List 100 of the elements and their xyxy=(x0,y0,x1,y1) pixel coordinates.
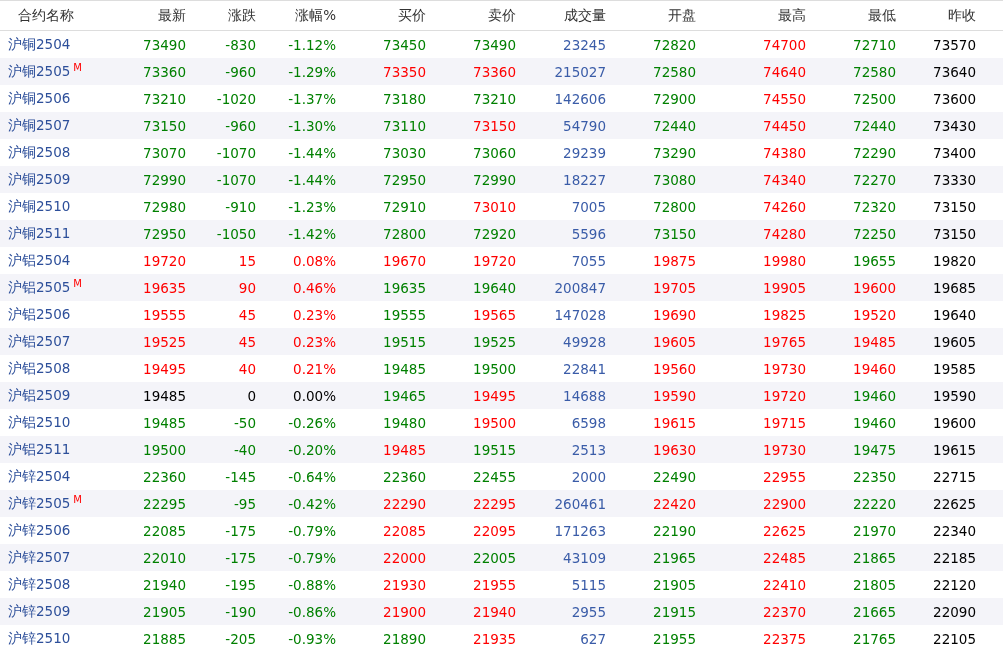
column-header[interactable]: 涨跌 xyxy=(190,6,260,25)
table-cell-text: 19605 xyxy=(932,333,977,350)
table-cell-text: 40 xyxy=(237,360,257,377)
table-cell-text: 72710 xyxy=(852,36,897,53)
table-cell-text: 73640 xyxy=(932,63,977,80)
contract-link[interactable]: 沪铝2511 xyxy=(8,440,71,459)
table-cell-text: 260461 xyxy=(553,495,607,512)
table-cell-text: 22955 xyxy=(762,468,807,485)
contract-link[interactable]: 沪锌2510 xyxy=(8,629,71,648)
table-cell-text: 19690 xyxy=(652,306,697,323)
table-cell-text: 2000 xyxy=(570,468,607,485)
contract-link[interactable]: 沪铝2506 xyxy=(8,305,71,324)
table-cell-text: 14688 xyxy=(562,387,607,404)
contract-link[interactable]: 沪铝2509 xyxy=(8,386,71,405)
table-cell-text: 19765 xyxy=(762,333,807,350)
table-cell-text: 72500 xyxy=(852,90,897,107)
table-cell-text: 29239 xyxy=(562,144,607,161)
column-header[interactable]: 涨幅% xyxy=(260,6,340,25)
column-header[interactable]: 最高 xyxy=(700,6,810,25)
table-cell-text: -1070 xyxy=(215,171,257,188)
table-cell-text: 19500 xyxy=(472,414,517,431)
table-cell-text: -1.29% xyxy=(287,63,337,80)
table-cell-text: 215027 xyxy=(553,63,607,80)
table-cell-text: -1.42% xyxy=(287,225,337,242)
table-cell-text: 18227 xyxy=(562,171,607,188)
table-cell-text: 72290 xyxy=(852,144,897,161)
contract-link[interactable]: 沪铜2510 xyxy=(8,197,71,216)
column-header[interactable]: 昨收 xyxy=(900,6,980,25)
table-cell-text: -190 xyxy=(224,603,257,620)
table-cell-text: 19715 xyxy=(762,414,807,431)
table-cell-text: 147028 xyxy=(553,306,607,323)
contract-link[interactable]: 沪铜2507 xyxy=(8,116,71,135)
table-cell-text: -195 xyxy=(224,576,257,593)
table-cell-text: 73030 xyxy=(382,144,427,161)
table-cell-text: 19705 xyxy=(652,279,697,296)
table-cell-text: 74450 xyxy=(762,117,807,134)
table-cell-text: 73150 xyxy=(932,225,977,242)
table-cell-text: -1050 xyxy=(215,225,257,242)
table-cell-text: 22360 xyxy=(382,468,427,485)
contract-link[interactable]: 沪铝2508 xyxy=(8,359,71,378)
table-cell-text: -830 xyxy=(224,36,257,53)
contract-link[interactable]: 沪锌2504 xyxy=(8,467,71,486)
table-cell-text: 73330 xyxy=(932,171,977,188)
contract-link[interactable]: 沪铝2507 xyxy=(8,332,71,351)
table-cell-text: 19720 xyxy=(472,252,517,269)
table-cell-text: 72440 xyxy=(652,117,697,134)
table-cell-text: 22485 xyxy=(762,549,807,566)
table-cell-text: 19460 xyxy=(852,414,897,431)
main-contract-label: M xyxy=(73,494,82,505)
column-header[interactable]: 最低 xyxy=(810,6,900,25)
table-cell-text: 22085 xyxy=(382,522,427,539)
contract-link[interactable]: 沪铜2508 xyxy=(8,143,71,162)
table-cell-text: 19980 xyxy=(762,252,807,269)
contract-link[interactable]: 沪铜2506 xyxy=(8,89,71,108)
table-cell-text: 73070 xyxy=(142,144,187,161)
table-cell-text: 19600 xyxy=(932,414,977,431)
table-cell-text: 22105 xyxy=(932,630,977,647)
table-cell-text: 19515 xyxy=(472,441,517,458)
table-cell-text: 73490 xyxy=(142,36,187,53)
column-header[interactable]: 最新 xyxy=(120,6,190,25)
contract-link[interactable]: 沪铝2505 xyxy=(8,278,71,297)
contract-link[interactable]: 沪锌2509 xyxy=(8,602,71,621)
contract-link[interactable]: 沪锌2507 xyxy=(8,548,71,567)
contract-link[interactable]: 沪铝2510 xyxy=(8,413,71,432)
table-cell-text: 19730 xyxy=(762,441,807,458)
table-cell-text: 15 xyxy=(237,252,257,269)
table-cell-text: 19615 xyxy=(932,441,977,458)
column-header[interactable]: 开盘 xyxy=(610,6,700,25)
contract-link[interactable]: 沪铜2511 xyxy=(8,224,71,243)
table-cell-text: 73360 xyxy=(472,63,517,80)
table-cell-text: 22000 xyxy=(382,549,427,566)
table-cell-text: 73080 xyxy=(652,171,697,188)
table-cell-text: 73350 xyxy=(382,63,427,80)
contract-link[interactable]: 沪铜2504 xyxy=(8,35,71,54)
contract-link[interactable]: 沪铜2509 xyxy=(8,170,71,189)
table-cell-text: 19465 xyxy=(382,387,427,404)
contract-link[interactable]: 沪锌2506 xyxy=(8,521,71,540)
table-cell-text: 19555 xyxy=(382,306,427,323)
table-cell-text: 21890 xyxy=(382,630,427,647)
column-header[interactable]: 成交量 xyxy=(520,6,610,25)
table-cell-text: 21865 xyxy=(852,549,897,566)
contract-link[interactable]: 沪铜2505 xyxy=(8,62,71,81)
table-cell-text: 49928 xyxy=(562,333,607,350)
table-cell-text: 22900 xyxy=(762,495,807,512)
table-cell-text: -205 xyxy=(224,630,257,647)
table-cell-text: 19590 xyxy=(932,387,977,404)
table-cell-text: 19585 xyxy=(932,360,977,377)
table-cell-text: 72920 xyxy=(472,225,517,242)
column-header[interactable]: 买价 xyxy=(340,6,430,25)
table-cell-text: 19905 xyxy=(762,279,807,296)
contract-link[interactable]: 沪铝2504 xyxy=(8,251,71,270)
table-cell-text: 72950 xyxy=(142,225,187,242)
table-cell-text: 72800 xyxy=(382,225,427,242)
column-header[interactable]: 合约名称 xyxy=(0,6,120,25)
table-cell-text: 73360 xyxy=(142,63,187,80)
contract-link[interactable]: 沪锌2505 xyxy=(8,494,71,513)
column-header[interactable]: 卖价 xyxy=(430,6,520,25)
contract-link[interactable]: 沪锌2508 xyxy=(8,575,71,594)
table-cell-text: 23245 xyxy=(562,36,607,53)
table-cell-text: -175 xyxy=(224,522,257,539)
